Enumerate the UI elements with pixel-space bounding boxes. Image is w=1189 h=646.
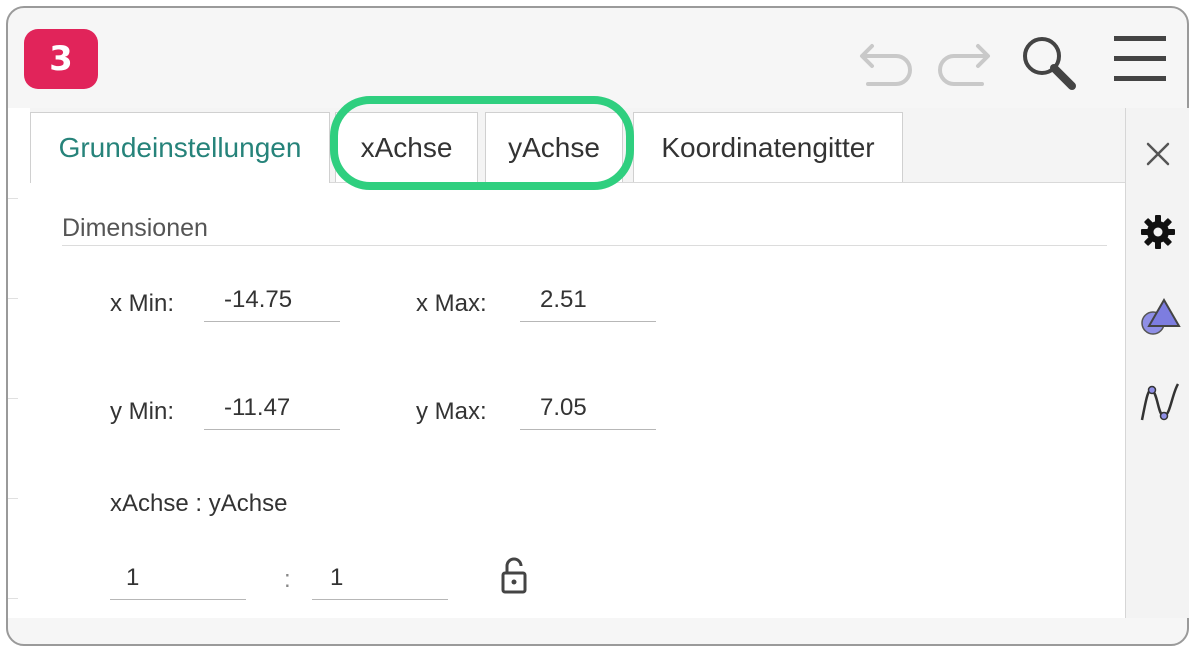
- gear-icon[interactable]: [1138, 212, 1178, 252]
- graphics-view-edge: [8, 108, 31, 618]
- settings-sidebar: [1125, 108, 1189, 618]
- shapes-icon[interactable]: [1138, 294, 1182, 338]
- hamburger-menu-icon[interactable]: [1112, 34, 1168, 84]
- x-min-label: x Min:: [110, 290, 175, 317]
- search-icon[interactable]: [1018, 32, 1080, 94]
- y-min-label: y Min:: [110, 398, 175, 425]
- axis-ratio-label: xAchse : yAchse: [110, 490, 288, 517]
- redo-icon[interactable]: [930, 36, 992, 86]
- x-ratio-input[interactable]: 1: [110, 560, 246, 600]
- x-min-input[interactable]: -14.75: [204, 282, 340, 322]
- tab-koordinatengitter[interactable]: Koordinatengitter: [633, 112, 903, 182]
- y-min-input[interactable]: -11.47: [204, 390, 340, 430]
- tab-yachse[interactable]: yAchse: [485, 112, 623, 182]
- ratio-separator: :: [284, 566, 291, 593]
- section-divider: [62, 245, 1107, 246]
- section-title: Dimensionen: [62, 214, 208, 242]
- settings-tabbar: Grundeinstellungen xAchse yAchse Koordin…: [30, 108, 1125, 183]
- y-max-input[interactable]: 7.05: [520, 390, 656, 430]
- y-ratio-input[interactable]: 1: [312, 560, 448, 600]
- tab-grundeinstellungen[interactable]: Grundeinstellungen: [30, 112, 330, 183]
- settings-panel: Grundeinstellungen xAchse yAchse Koordin…: [30, 108, 1125, 618]
- step-badge: 3: [24, 29, 98, 89]
- y-max-label: y Max:: [416, 398, 487, 425]
- close-icon[interactable]: [1138, 134, 1178, 174]
- x-max-input[interactable]: 2.51: [520, 282, 656, 322]
- tab-xachse[interactable]: xAchse: [335, 112, 478, 182]
- x-max-label: x Max:: [416, 290, 487, 317]
- unlocked-padlock-icon[interactable]: [500, 556, 528, 596]
- graph-curve-icon[interactable]: [1138, 380, 1182, 424]
- undo-icon[interactable]: [858, 36, 920, 86]
